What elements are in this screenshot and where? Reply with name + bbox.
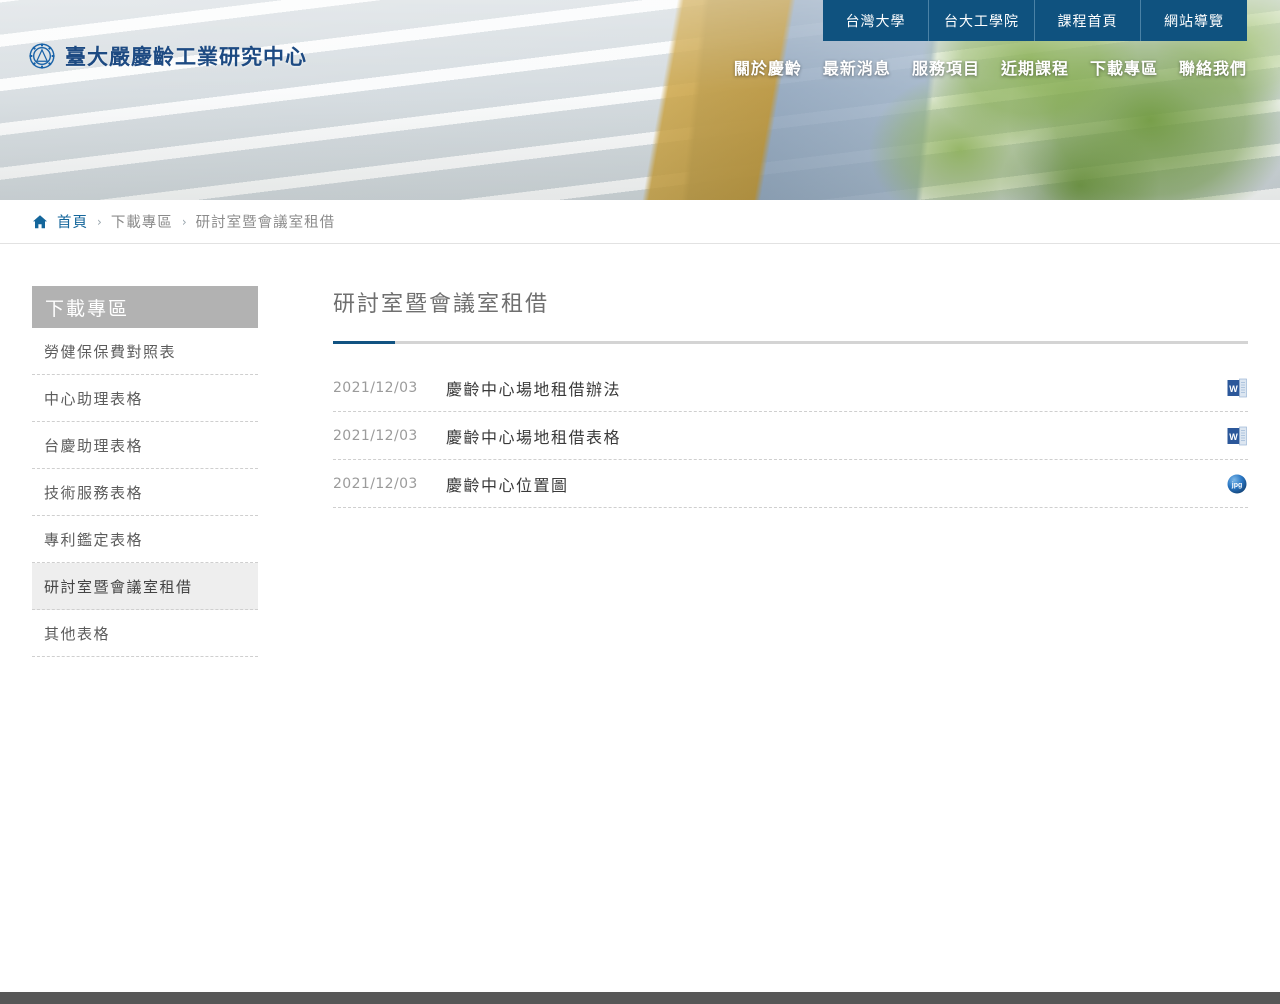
topbar-item-ntu[interactable]: 台灣大學 xyxy=(823,0,929,41)
main-content: 研討室暨會議室租借 2021/12/03 慶齡中心場地租借辦法 W 2021/1… xyxy=(333,286,1248,508)
word-document-icon[interactable]: W xyxy=(1226,377,1248,399)
download-row[interactable]: 2021/12/03 慶齡中心場地租借表格 W xyxy=(333,412,1248,460)
download-title[interactable]: 慶齡中心場地租借辦法 xyxy=(446,376,1226,400)
breadcrumb: 首頁 › 下載專區 › 研討室暨會議室租借 xyxy=(0,211,335,232)
page-title: 研討室暨會議室租借 xyxy=(333,292,550,317)
site-header: 臺大嚴慶齡工業研究中心 台灣大學 台大工學院 課程首頁 網站導覽 關於慶齡 最新… xyxy=(0,0,1280,200)
main-navigation: 關於慶齡 最新消息 服務項目 近期課程 下載專區 聯絡我們 xyxy=(734,55,1247,79)
download-row[interactable]: 2021/12/03 慶齡中心場地租借辦法 W xyxy=(333,364,1248,412)
top-utility-nav: 台灣大學 台大工學院 課程首頁 網站導覽 xyxy=(823,0,1247,41)
gear-emblem-icon xyxy=(29,43,55,69)
topbar-item-course-home[interactable]: 課程首頁 xyxy=(1035,0,1141,41)
jpg-image-icon[interactable]: jpg xyxy=(1226,473,1248,495)
sidebar-item-room-rental[interactable]: 研討室暨會議室租借 xyxy=(32,563,258,610)
home-icon[interactable] xyxy=(32,214,48,230)
word-document-icon[interactable]: W xyxy=(1226,425,1248,447)
breadcrumb-bar: 首頁 › 下載專區 › 研討室暨會議室租借 xyxy=(0,200,1280,244)
download-list: 2021/12/03 慶齡中心場地租借辦法 W 2021/12/03 慶齡中心場… xyxy=(333,364,1248,508)
sidebar-item-other-forms[interactable]: 其他表格 xyxy=(32,610,258,657)
breadcrumb-item-current: 研討室暨會議室租借 xyxy=(195,215,336,231)
sidebar: 下載專區 勞健保保費對照表 中心助理表格 台慶助理表格 技術服務表格 專利鑑定表… xyxy=(32,286,258,657)
nav-item-contact[interactable]: 聯絡我們 xyxy=(1179,55,1247,79)
nav-item-about[interactable]: 關於慶齡 xyxy=(734,55,802,79)
svg-text:W: W xyxy=(1229,432,1238,442)
sidebar-item-labor-insurance-table[interactable]: 勞健保保費對照表 xyxy=(32,328,258,375)
download-title[interactable]: 慶齡中心場地租借表格 xyxy=(446,424,1226,448)
page-body: 下載專區 勞健保保費對照表 中心助理表格 台慶助理表格 技術服務表格 專利鑑定表… xyxy=(0,244,1280,992)
breadcrumb-home-link[interactable]: 首頁 xyxy=(57,211,88,232)
sidebar-item-patent-appraisal-forms[interactable]: 專利鑑定表格 xyxy=(32,516,258,563)
nav-item-courses[interactable]: 近期課程 xyxy=(1001,55,1069,79)
topbar-item-engineering-college[interactable]: 台大工學院 xyxy=(929,0,1035,41)
download-date: 2021/12/03 xyxy=(333,427,418,444)
title-underline xyxy=(333,341,1248,344)
site-footer: 關於慶齡 最新消息 服務項目 近期課程 下載專區 聯絡我們 國立台灣大學嚴慶齡工… xyxy=(0,992,1280,1004)
download-title[interactable]: 慶齡中心位置圖 xyxy=(446,472,1226,496)
site-logo[interactable]: 臺大嚴慶齡工業研究中心 xyxy=(28,41,307,71)
download-date: 2021/12/03 xyxy=(333,379,418,396)
svg-text:jpg: jpg xyxy=(1231,482,1243,489)
sidebar-item-technical-service-forms[interactable]: 技術服務表格 xyxy=(32,469,258,516)
nav-item-news[interactable]: 最新消息 xyxy=(823,55,891,79)
nav-item-services[interactable]: 服務項目 xyxy=(912,55,980,79)
nav-item-downloads[interactable]: 下載專區 xyxy=(1090,55,1158,79)
download-date: 2021/12/03 xyxy=(333,475,418,492)
svg-text:W: W xyxy=(1229,384,1238,394)
topbar-item-sitemap[interactable]: 網站導覽 xyxy=(1141,0,1247,41)
sidebar-item-taiqing-assistant-forms[interactable]: 台慶助理表格 xyxy=(32,422,258,469)
download-row[interactable]: 2021/12/03 慶齡中心位置圖 jpg xyxy=(333,460,1248,508)
breadcrumb-separator: › xyxy=(181,214,187,229)
sidebar-heading: 下載專區 xyxy=(32,286,258,328)
sidebar-item-center-assistant-forms[interactable]: 中心助理表格 xyxy=(32,375,258,422)
breadcrumb-separator: › xyxy=(97,214,102,229)
site-logo-text: 臺大嚴慶齡工業研究中心 xyxy=(65,45,307,69)
breadcrumb-item-downloads[interactable]: 下載專區 xyxy=(111,211,173,232)
